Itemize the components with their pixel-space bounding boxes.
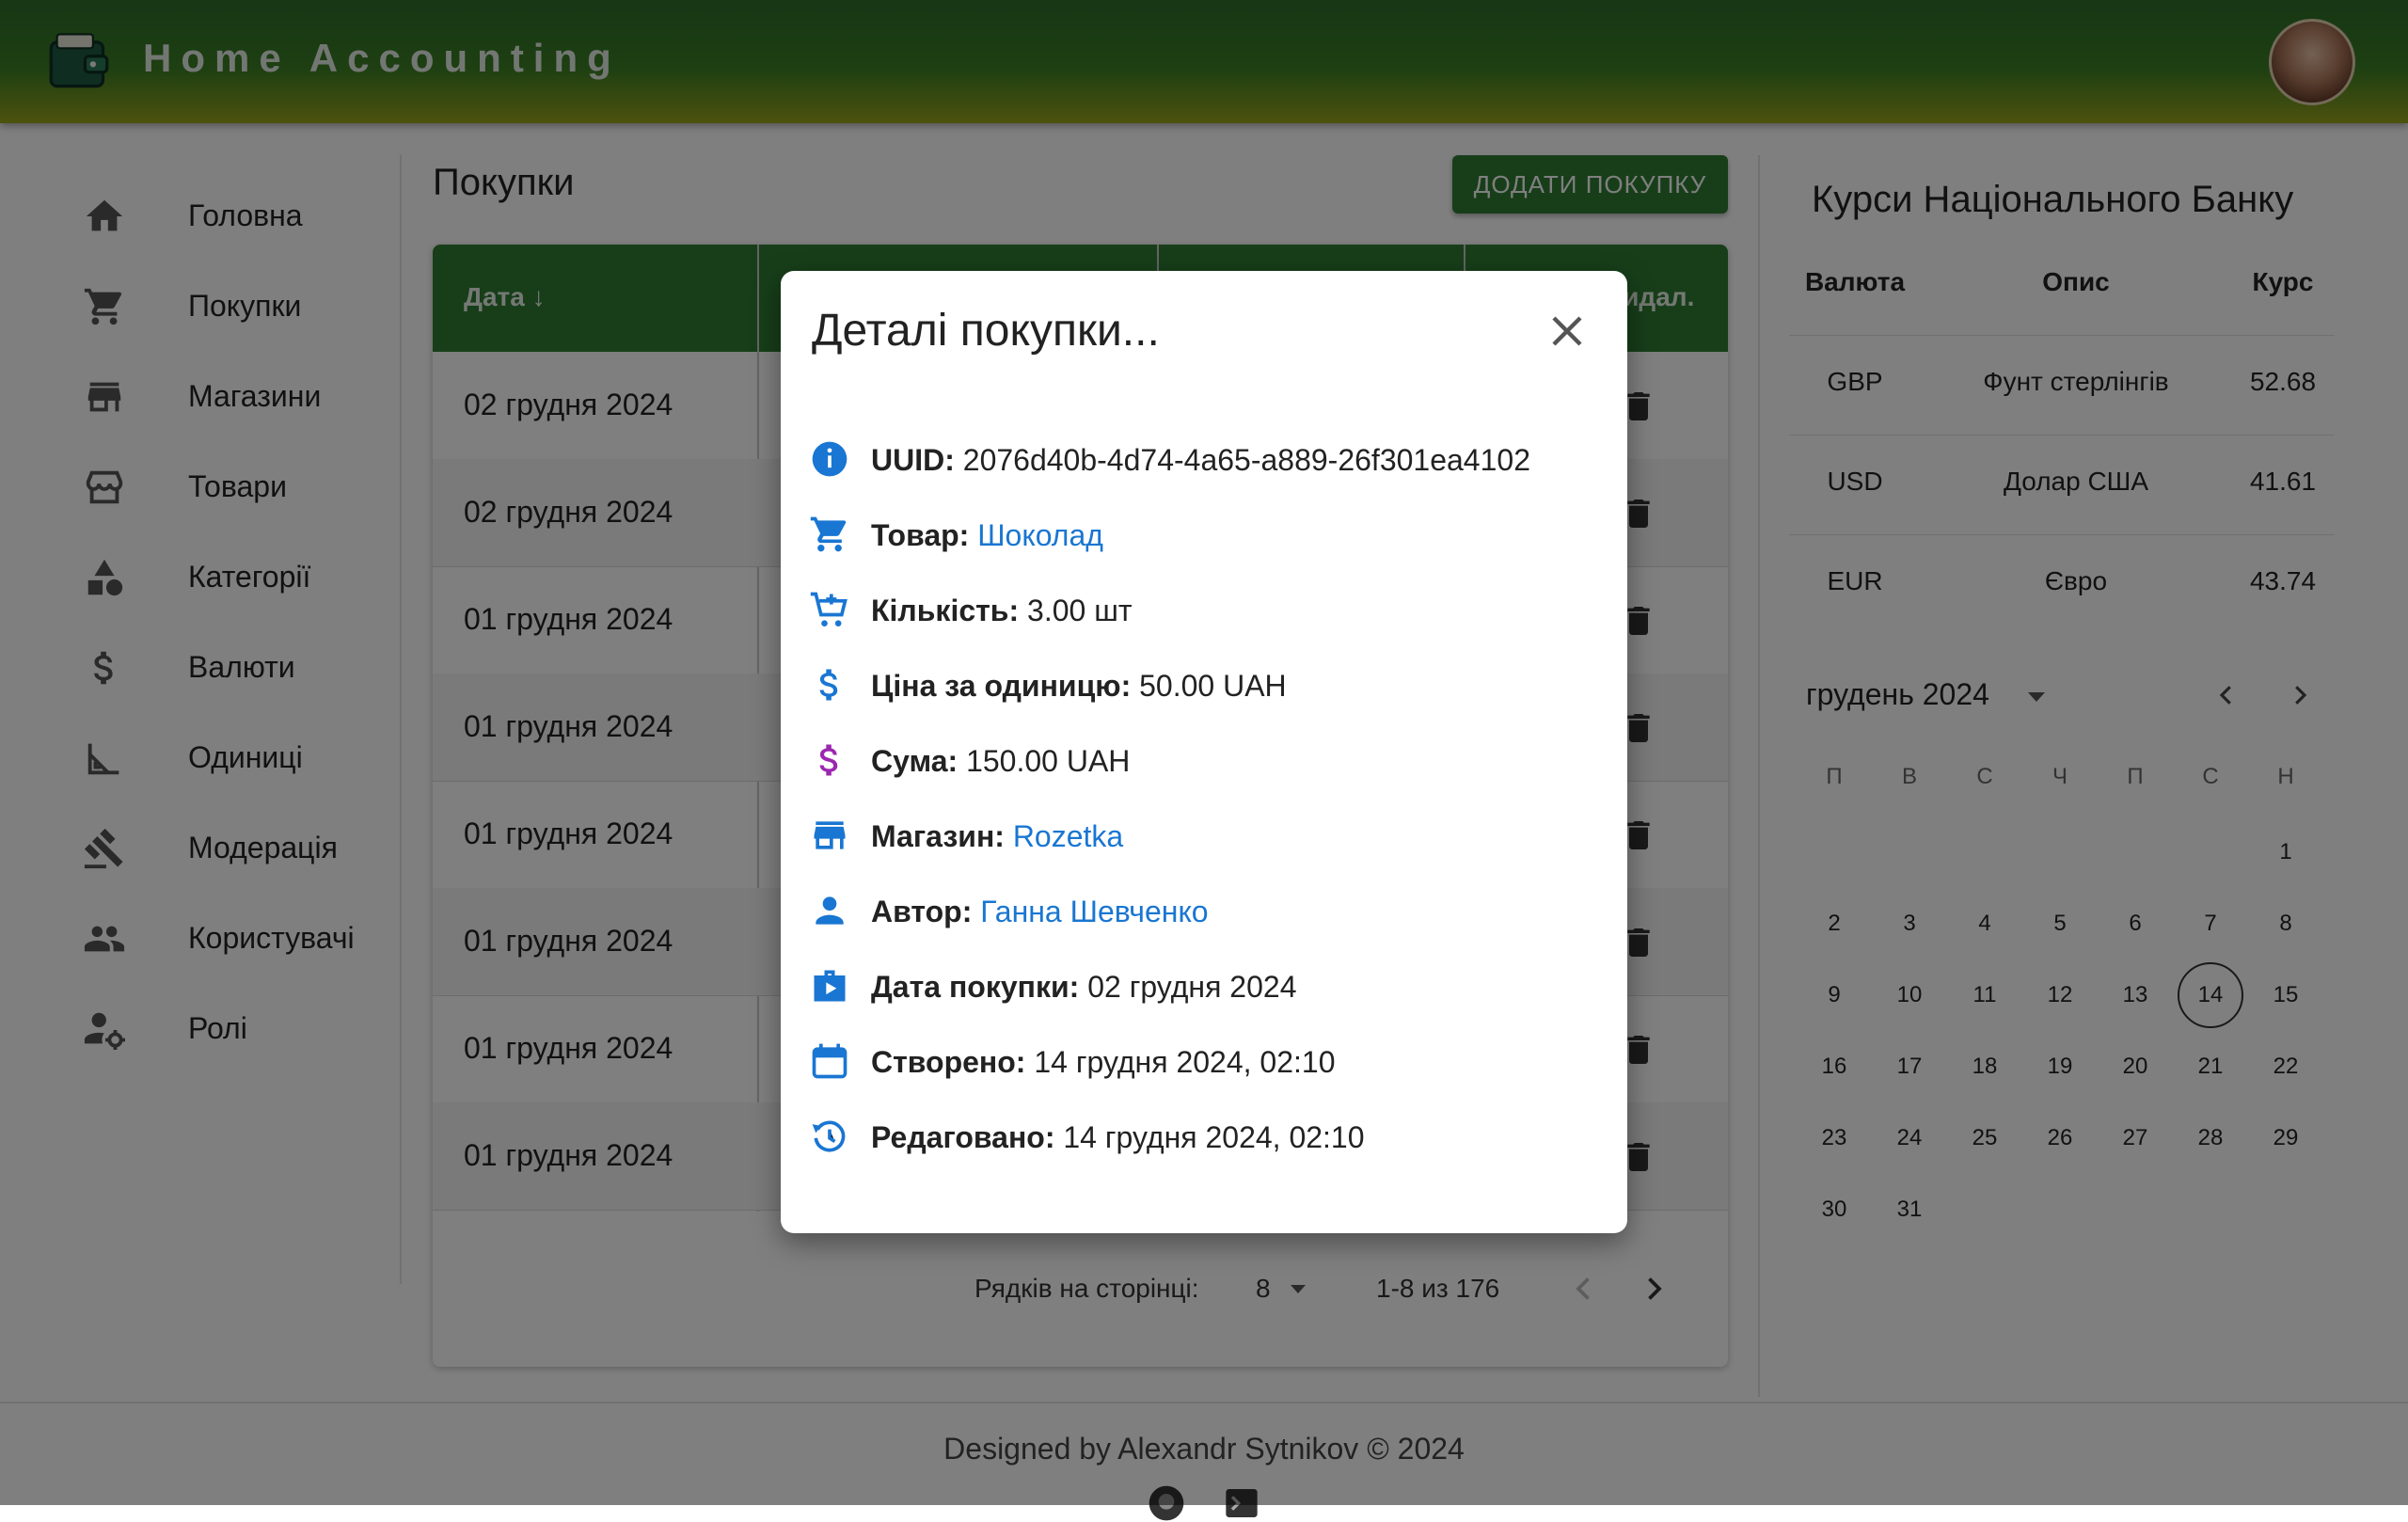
briefcase-play-icon — [814, 970, 846, 1002]
detail-value: 50.00 UAH — [1139, 669, 1287, 703]
purchase-details-dialog: Деталі покупки... UUID: 2076d40b-4d74-4a… — [781, 271, 1627, 1233]
dollar-icon — [819, 669, 838, 701]
detail-purchase-date: Дата покупки: 02 грудня 2024 — [809, 962, 1599, 1009]
detail-value: 150.00 UAH — [966, 744, 1131, 778]
detail-edited: Редаговано: 14 грудня 2024, 02:10 — [809, 1113, 1599, 1160]
detail-created: Створено: 14 грудня 2024, 02:10 — [809, 1038, 1599, 1085]
product-link[interactable]: Шоколад — [977, 518, 1103, 552]
detail-value: 14 грудня 2024, 02:10 — [1063, 1120, 1365, 1154]
detail-value: 2076d40b-4d74-4a65-a889-26f301ea4102 — [962, 443, 1530, 477]
detail-product: Товар: Шоколад — [809, 511, 1599, 558]
cart-plus-icon — [810, 592, 848, 626]
detail-label: Автор: — [871, 895, 973, 928]
detail-label: Кількість: — [871, 594, 1020, 627]
dialog-title: Деталі покупки... — [812, 306, 1160, 356]
detail-label: Ціна за одиницю: — [871, 669, 1132, 703]
detail-value: 3.00 шт — [1027, 594, 1133, 627]
detail-uuid: UUID: 2076d40b-4d74-4a65-a889-26f301ea41… — [809, 436, 1599, 483]
detail-label: Створено: — [871, 1045, 1026, 1079]
detail-author: Автор: Ганна Шевченко — [809, 887, 1599, 934]
detail-label: Сума: — [871, 744, 958, 778]
author-link[interactable]: Ганна Шевченко — [980, 895, 1208, 928]
info-icon — [812, 441, 848, 477]
detail-unit-price: Ціна за одиницю: 50.00 UAH — [809, 661, 1599, 708]
detail-label: Магазин: — [871, 819, 1005, 853]
shop-link[interactable]: Rozetka — [1013, 819, 1123, 853]
detail-label: Товар: — [871, 518, 970, 552]
cart-icon — [810, 516, 847, 552]
store-icon — [814, 821, 846, 849]
detail-label: Дата покупки: — [871, 970, 1080, 1004]
detail-quantity: Кількість: 3.00 шт — [809, 586, 1599, 633]
close-icon[interactable] — [1545, 309, 1590, 354]
dollar-icon — [819, 744, 838, 776]
detail-value: 02 грудня 2024 — [1087, 970, 1297, 1004]
person-icon — [816, 896, 844, 925]
detail-value: 14 грудня 2024, 02:10 — [1034, 1045, 1336, 1079]
detail-label: UUID: — [871, 443, 955, 477]
calendar-icon — [812, 1043, 848, 1079]
history-icon — [812, 1120, 846, 1152]
detail-sum: Сума: 150.00 UAH — [809, 737, 1599, 784]
detail-label: Редаговано: — [871, 1120, 1055, 1154]
detail-shop: Магазин: Rozetka — [809, 812, 1599, 859]
